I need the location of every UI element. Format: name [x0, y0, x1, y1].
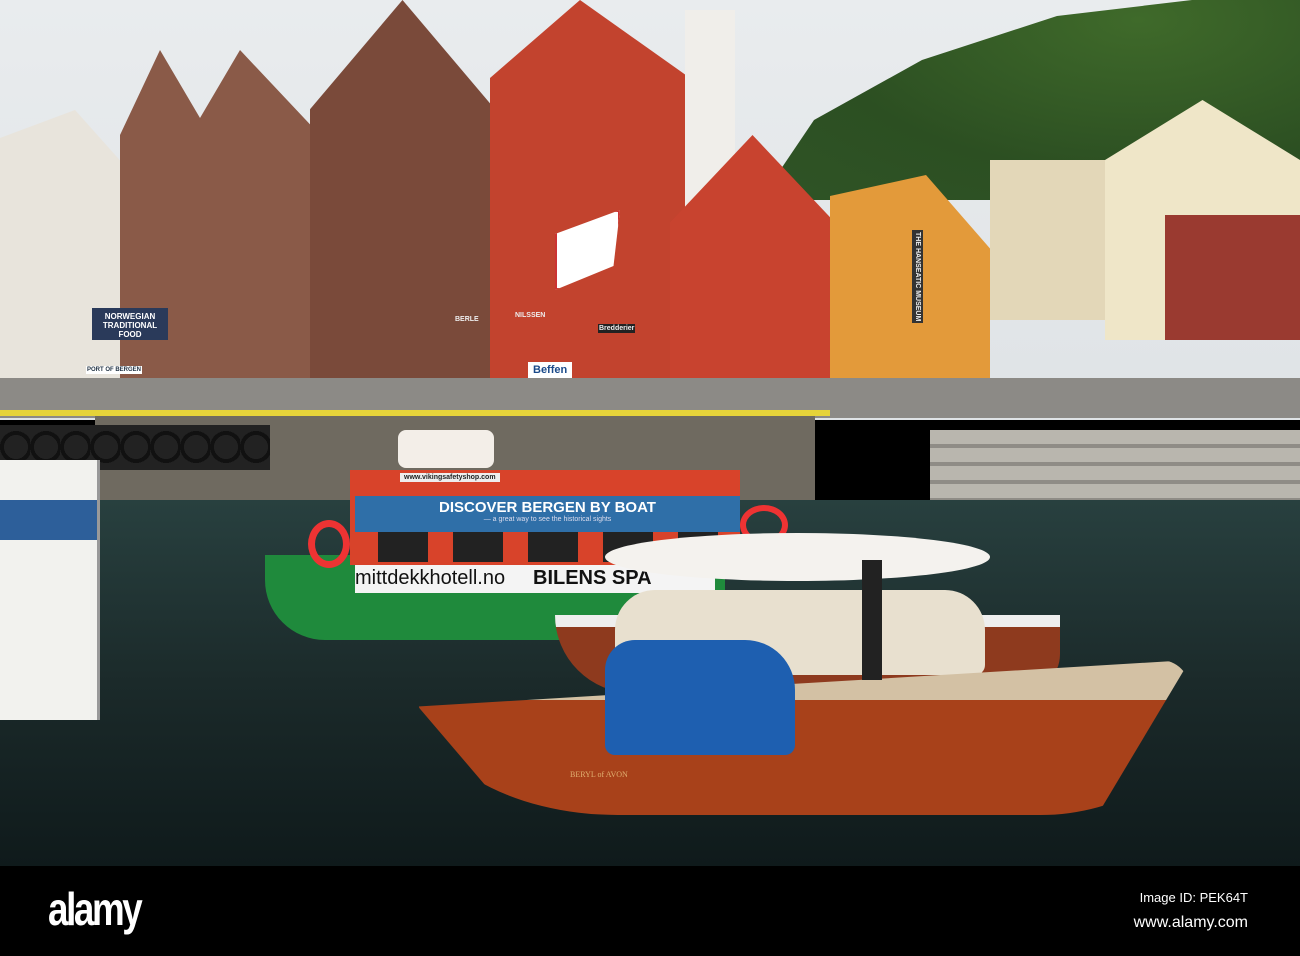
boat-name: BERYL of AVON [570, 770, 628, 779]
white-boat [0, 460, 100, 720]
steam-funnel [862, 560, 882, 680]
red-building [490, 0, 690, 390]
watermark-bar: alamy Image ID: PEK64T www.alamy.com [0, 866, 1300, 956]
distant-buildings [990, 160, 1120, 320]
hull-text-hotel: mittdekkhotell.no [355, 567, 506, 589]
image-id: Image ID: PEK64T [1139, 890, 1248, 905]
lifebuoy [308, 520, 350, 568]
port-sign: PORT OF BERGEN [86, 366, 143, 374]
alamy-url: www.alamy.com [1133, 914, 1248, 931]
boat-canopy [605, 533, 990, 581]
banner-subtitle: — a great way to see the historical sigh… [483, 516, 612, 523]
shop-sign: BERLE [455, 316, 479, 323]
blue-tarp [605, 640, 795, 755]
green-roof-building [1165, 215, 1300, 340]
life-raft [398, 430, 494, 468]
white-building [0, 110, 125, 390]
banner-title: DISCOVER BERGEN BY BOAT [439, 499, 656, 516]
shop-sign: Bredderier [598, 324, 636, 333]
discover-banner: DISCOVER BERGEN BY BOAT — a great way to… [355, 496, 740, 532]
alamy-logo: alamy [48, 883, 143, 935]
hull-text-spa: BILENS SPA [533, 567, 652, 589]
boat-url-sign: www.vikingsafetyshop.com [400, 473, 500, 482]
shop-sign: NILSSEN [515, 312, 546, 319]
museum-banner: THE HANSEATIC MUSEUM [912, 230, 923, 324]
kiosk-sign: Beffen [528, 362, 573, 378]
food-stall-sign: NORWEGIAN TRADITIONAL FOOD [92, 308, 168, 340]
